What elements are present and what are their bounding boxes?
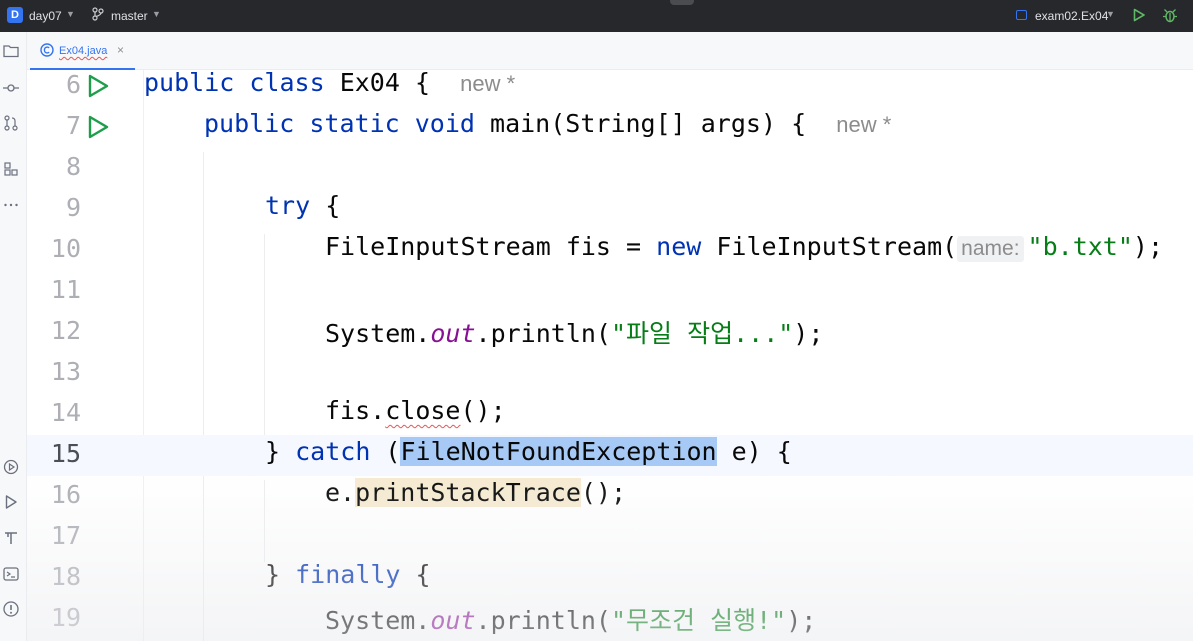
chevron-down-icon[interactable]: ▼ xyxy=(152,9,161,19)
line-number: 12 xyxy=(50,316,81,345)
code-line: 9 try { xyxy=(27,189,1193,230)
run-icon[interactable] xyxy=(2,493,20,511)
run-config-name[interactable]: exam02.Ex04 xyxy=(1035,9,1108,23)
editor-tabs: Ex04.java × xyxy=(27,32,1193,70)
code-line: 18 } finally { xyxy=(27,558,1193,599)
code-editor[interactable]: 6 public class Ex04 { new * 7 public sta… xyxy=(27,70,1193,641)
code-line: 11 xyxy=(27,271,1193,312)
code-text: System.out.println("파일 작업..."); xyxy=(325,319,824,348)
line-number: 6 xyxy=(65,70,81,99)
structure-icon[interactable] xyxy=(2,160,20,178)
run-gutter-icon[interactable] xyxy=(85,73,111,99)
code-line: 16 e.printStackTrace(); xyxy=(27,476,1193,517)
code-text: try { xyxy=(265,191,341,220)
code-text: fis.close(); xyxy=(325,396,506,425)
code-line: 14 fis.close(); xyxy=(27,394,1193,435)
code-line: 10 FileInputStream fis = new FileInputSt… xyxy=(27,230,1193,271)
terminal-build-icon[interactable] xyxy=(2,529,20,547)
code-text: e.printStackTrace(); xyxy=(325,478,627,507)
tab-label: Ex04.java xyxy=(59,45,108,57)
code-line: 19 System.out.println("무조건 실행!"); xyxy=(27,599,1193,640)
code-text: } finally { xyxy=(265,560,431,589)
java-class-icon xyxy=(40,43,54,57)
code-text: } catch (FileNotFoundException e) { xyxy=(265,437,792,466)
terminal-icon[interactable] xyxy=(2,565,20,583)
code-line: 8 xyxy=(27,148,1193,189)
problems-icon[interactable] xyxy=(2,600,20,618)
run-config-icon xyxy=(1016,10,1027,20)
chevron-down-icon[interactable]: ▼ xyxy=(1106,9,1115,19)
branch-name[interactable]: master xyxy=(111,9,148,23)
chevron-down-icon[interactable]: ▼ xyxy=(66,9,75,19)
commit-icon[interactable] xyxy=(2,79,20,97)
project-folder-icon[interactable] xyxy=(2,42,20,60)
line-number: 13 xyxy=(50,357,81,386)
pull-requests-icon[interactable] xyxy=(2,114,20,132)
code-line: 17 xyxy=(27,517,1193,558)
selected-text[interactable]: FileNotFoundException xyxy=(400,437,717,466)
parameter-hint: name: xyxy=(957,236,1024,262)
code-line: 12 System.out.println("파일 작업..."); xyxy=(27,312,1193,353)
line-number: 14 xyxy=(50,398,81,427)
run-gutter-icon[interactable] xyxy=(85,114,111,140)
window-notch xyxy=(670,0,694,5)
code-text: public static void main(String[] args) {… xyxy=(204,109,892,138)
warning-highlight[interactable]: printStackTrace xyxy=(355,478,581,507)
code-text: FileInputStream fis = new FileInputStrea… xyxy=(325,232,1164,262)
code-line-current: 15 } catch (FileNotFoundException e) { xyxy=(27,435,1193,476)
title-bar: D day07 ▼ master ▼ exam02.Ex04 ▼ xyxy=(0,0,1193,32)
project-badge[interactable]: D xyxy=(7,7,23,23)
line-number: 11 xyxy=(50,275,81,304)
git-branch-icon xyxy=(92,7,104,21)
line-number: 8 xyxy=(65,152,81,181)
run-icon[interactable] xyxy=(1132,8,1146,22)
error-underline[interactable]: close xyxy=(385,396,460,425)
author-hint[interactable]: new * xyxy=(836,112,891,137)
author-hint[interactable]: new * xyxy=(460,71,515,96)
left-tool-strip xyxy=(0,32,27,641)
line-number: 16 xyxy=(50,480,81,509)
line-number: 18 xyxy=(50,562,81,591)
code-line: 13 xyxy=(27,353,1193,394)
project-name[interactable]: day07 xyxy=(29,9,62,23)
services-icon[interactable] xyxy=(2,458,20,476)
line-number: 19 xyxy=(50,603,81,632)
code-line: 7 public static void main(String[] args)… xyxy=(27,107,1193,148)
line-number: 7 xyxy=(65,111,81,140)
line-number: 9 xyxy=(65,193,81,222)
line-number: 10 xyxy=(50,234,81,263)
line-number: 15 xyxy=(50,439,81,468)
code-text: System.out.println("무조건 실행!"); xyxy=(325,606,817,635)
tab-ex04-java[interactable]: Ex04.java × xyxy=(30,32,135,70)
line-number: 17 xyxy=(50,521,81,550)
code-line: 6 public class Ex04 { new * xyxy=(27,70,1193,107)
code-text: public class Ex04 { new * xyxy=(144,70,516,97)
more-icon[interactable] xyxy=(2,196,20,214)
debug-icon[interactable] xyxy=(1162,7,1178,23)
close-icon[interactable]: × xyxy=(117,43,124,57)
